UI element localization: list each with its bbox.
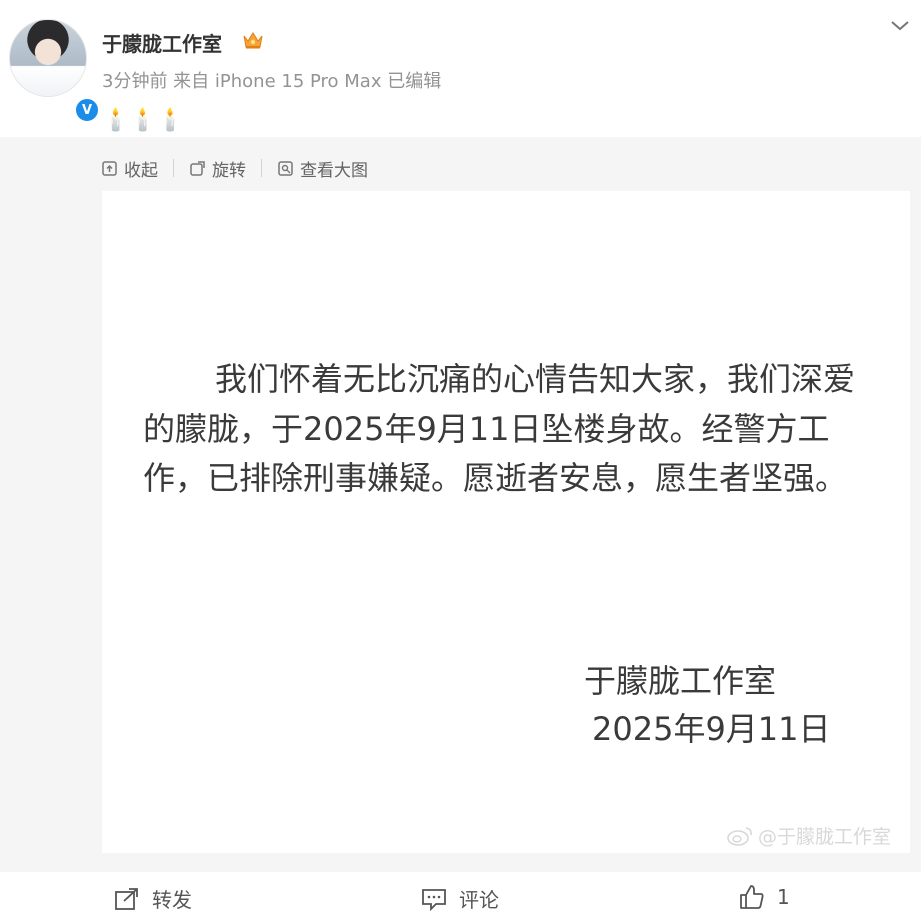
comment-label: 评论 [459, 888, 499, 912]
thumbs-up-icon [739, 884, 765, 910]
watermark-text: @于朦胧工作室 [758, 826, 892, 848]
avatar[interactable]: V [9, 19, 100, 123]
statement-text: 我们怀着无比沉痛的心情告知大家，我们深爱的朦胧，于2025年9月11日坠楼身故。… [143, 360, 856, 497]
verified-badge-icon: V [74, 97, 100, 123]
comment-icon [421, 887, 447, 911]
post-image[interactable] [102, 191, 910, 853]
author-name[interactable]: 于朦胧工作室 [102, 28, 222, 57]
repost-label: 转发 [152, 888, 192, 912]
like-count: 1 [777, 885, 790, 909]
crown-icon [242, 30, 264, 50]
signature-date: 2025年9月11日 [592, 710, 831, 748]
repost-icon [114, 887, 140, 911]
collapse-label: 收起 [124, 160, 158, 181]
weibo-logo-icon [726, 825, 754, 847]
view-large-button[interactable]: 查看大图 [277, 156, 368, 181]
signature-name: 于朦胧工作室 [584, 662, 777, 700]
like-button[interactable]: 1 [739, 884, 790, 910]
post-meta: 3分钟前 来自 iPhone 15 Pro Max 已编辑 [102, 71, 442, 92]
view-large-label: 查看大图 [300, 160, 368, 181]
collapse-icon [101, 160, 118, 177]
chevron-down-icon[interactable] [889, 14, 911, 36]
rotate-button[interactable]: 旋转 [189, 156, 246, 181]
watermark: @于朦胧工作室 [726, 822, 891, 849]
rotate-icon [189, 160, 206, 177]
toolbar-divider [173, 159, 174, 177]
repost-button[interactable]: 转发 [114, 884, 192, 913]
collapse-button[interactable]: 收起 [101, 156, 158, 181]
toolbar-divider [261, 159, 262, 177]
avatar-image [9, 19, 87, 97]
post-text: 🕯️🕯️🕯️ [102, 108, 185, 133]
rotate-label: 旋转 [212, 160, 246, 181]
comment-button[interactable]: 评论 [421, 884, 499, 913]
action-bar: 转发 评论 1 [0, 872, 921, 924]
media-toolbar: 收起 旋转 查看大图 [101, 156, 368, 181]
view-large-icon [277, 160, 294, 177]
